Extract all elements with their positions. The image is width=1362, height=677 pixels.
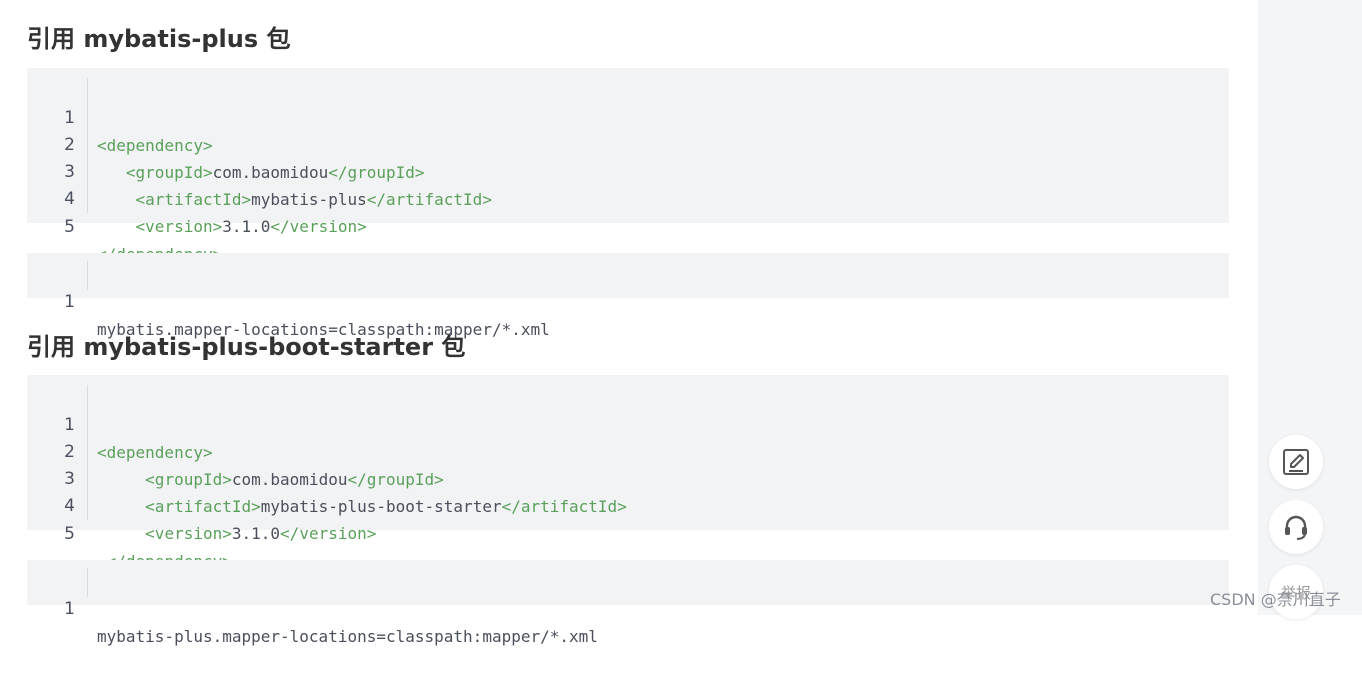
line-number: 1 (64, 599, 75, 619)
xml-close-tag: </version> (270, 217, 367, 236)
headset-icon (1285, 515, 1307, 540)
edit-note-icon (1283, 449, 1309, 475)
code-line: 5 </dependency> (27, 187, 1229, 264)
xml-close-tag: </version> (280, 524, 377, 543)
code-line: 2 <groupId>com.baomidou</groupId> (27, 412, 1229, 489)
property-text: mybatis-plus.mapper-locations=classpath:… (97, 627, 598, 646)
customer-service-button[interactable] (1269, 500, 1323, 554)
line-number: 1 (64, 292, 75, 312)
code-block-properties-2: 1 mybatis-plus.mapper-locations=classpat… (27, 560, 1229, 646)
code-block-properties-1: 1 mybatis.mapper-locations=classpath:map… (27, 253, 1229, 339)
code-line: 2 <groupId>com.baomidou</groupId> (27, 105, 1229, 182)
xml-value: 3.1.0 (222, 217, 271, 236)
code-line: 4 <version>3.1.0</version> (27, 159, 1229, 236)
section-heading-1: 引用 mybatis-plus 包 (27, 25, 291, 53)
code-line: 1 mybatis-plus.mapper-locations=classpat… (27, 569, 1229, 646)
code-line: 4 <version>3.1.0</version> (27, 466, 1229, 543)
code-block-xml-2: 1 <dependency> 2 <groupId>com.baomidou</… (27, 375, 1229, 571)
xml-open-tag: <version> (145, 524, 232, 543)
edit-note-button[interactable] (1269, 435, 1323, 489)
code-line: 1 <dependency> (27, 78, 1229, 155)
csdn-watermark: CSDN @奈川直子 (1210, 590, 1341, 609)
code-line: 1 mybatis.mapper-locations=classpath:map… (27, 262, 1229, 339)
section-heading-2: 引用 mybatis-plus-boot-starter 包 (27, 333, 466, 361)
xml-open-tag: <version> (135, 217, 223, 236)
code-line: 3 <artifactId>mybatis-plus-boot-starter<… (27, 439, 1229, 516)
line-number: 5 (64, 524, 75, 544)
xml-value: 3.1.0 (231, 524, 281, 543)
code-block-xml-1: 1 <dependency> 2 <groupId>com.baomidou</… (27, 68, 1229, 264)
code-line: 3 <artifactId>mybatis-plus</artifactId> (27, 132, 1229, 209)
article-content: 引用 mybatis-plus 包 1 <dependency> 2 <grou… (0, 0, 1258, 646)
line-number: 5 (64, 217, 75, 237)
code-line: 1 <dependency> (27, 385, 1229, 462)
code-line: 5 </dependency> (27, 494, 1229, 571)
